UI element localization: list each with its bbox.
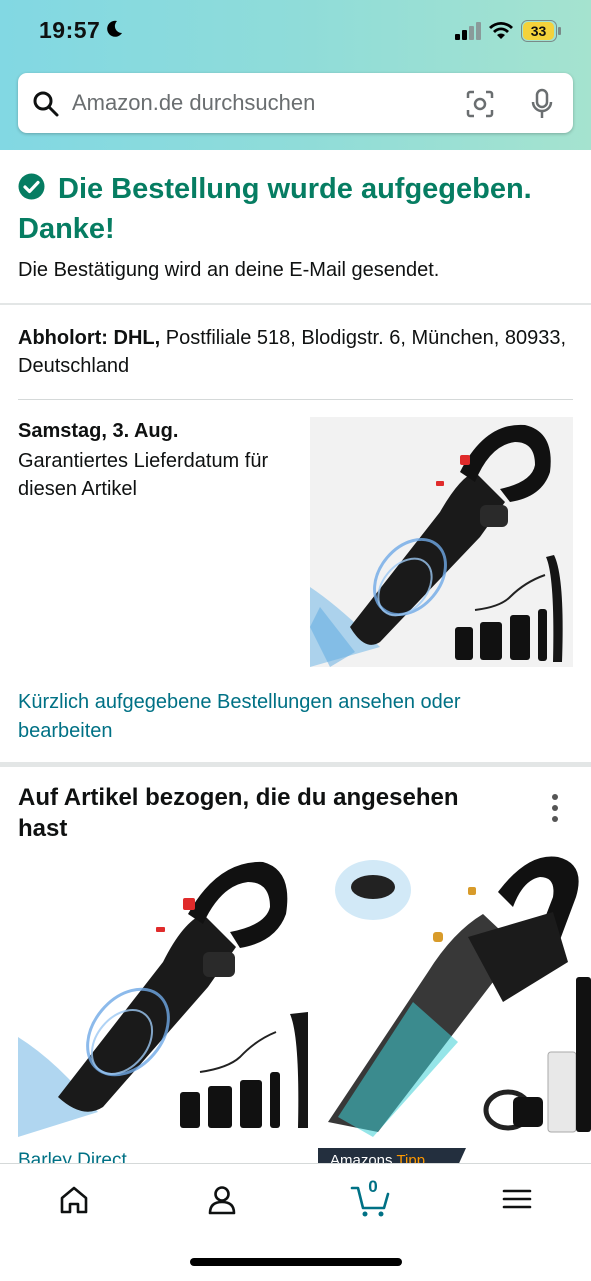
status-bar: 19:57 33 [0,0,591,62]
delivery-date: Samstag, 3. Aug. [18,420,179,442]
divider [18,399,573,400]
menu-icon[interactable] [497,1180,537,1220]
battery-level: 33 [523,22,554,40]
handheld-vacuum-image [328,856,591,1137]
more-options-icon[interactable] [549,793,561,823]
recommendations-title: Auf Artikel bezogen, die du angesehen ha… [18,784,459,842]
wifi-icon [489,22,513,39]
handheld-vacuum-image [18,861,308,1137]
recommended-product-2[interactable] [318,852,591,1137]
recent-orders-link[interactable]: Kürzlich aufgegebene Bestellungen ansehe… [18,688,558,746]
handheld-vacuum-image [310,424,563,667]
search-icon [33,91,59,117]
home-indicator[interactable] [190,1258,402,1266]
camera-lens-icon[interactable] [465,89,495,119]
pickup-label: Abholort: DHL, [18,327,161,349]
delivery-note: Garantiertes Lieferdatum für diesen Arti… [18,450,269,500]
confirmation-subtitle: Die Bestätigung wird an deine E-Mail ges… [18,259,440,281]
search-input[interactable]: Amazon.de durchsuchen [72,90,315,116]
recommended-product-1[interactable] [18,852,308,1137]
status-time: 19:57 [39,17,101,43]
home-icon[interactable] [54,1180,94,1220]
moon-icon [107,20,122,37]
account-icon[interactable] [202,1180,242,1220]
cellular-signal-icon [455,22,481,40]
cart-count: 0 [368,1177,378,1196]
section-divider [0,762,591,767]
ordered-product-image[interactable] [310,417,573,667]
confirmation-title: Die Bestellung wurde aufgegeben. Danke! [18,173,532,245]
microphone-icon[interactable] [530,88,554,120]
divider [0,303,591,305]
search-bar[interactable]: Amazon.de durchsuchen [18,73,573,133]
pickup-location: Abholort: DHL, Postfiliale 518, Blodigst… [18,324,573,380]
